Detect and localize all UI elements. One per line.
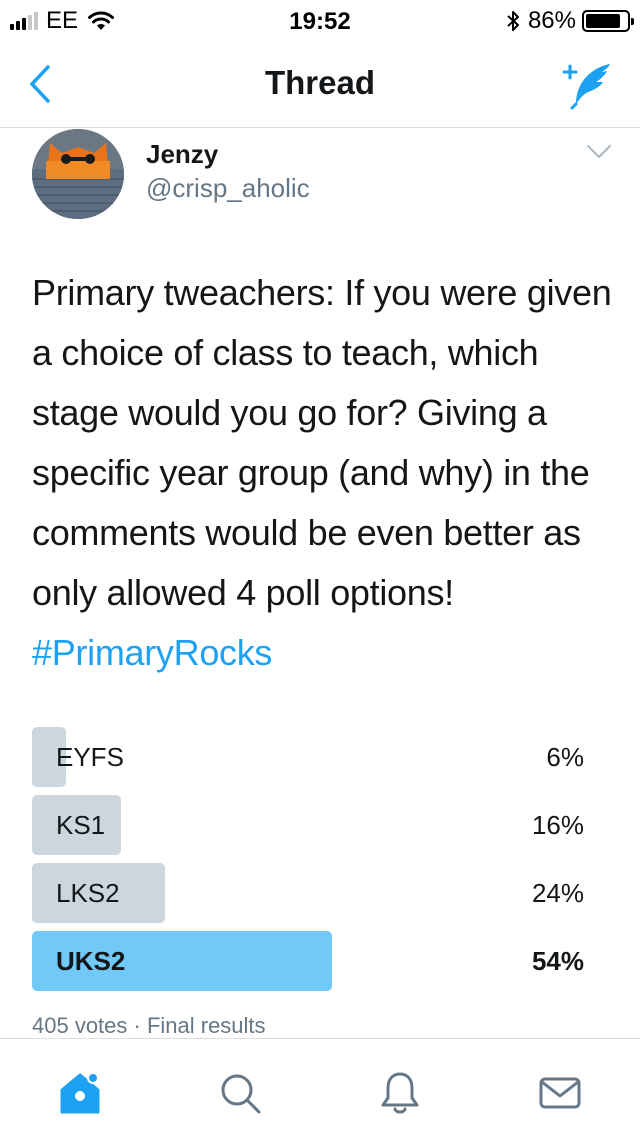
tab-bar xyxy=(0,1038,640,1136)
status-right: 86% xyxy=(506,7,634,34)
poll-option-percent: 54% xyxy=(531,946,584,976)
messages-icon xyxy=(539,1077,581,1109)
battery-percent: 86% xyxy=(527,7,576,34)
tweet-text: Primary tweachers: If you were given a c… xyxy=(32,263,622,683)
notifications-icon xyxy=(381,1072,419,1114)
compose-tweet-button[interactable] xyxy=(558,60,616,110)
tweet-menu-button[interactable] xyxy=(586,143,612,161)
poll-option-percent: 6% xyxy=(546,742,584,772)
compose-tweet-icon xyxy=(562,64,610,110)
tab-home[interactable] xyxy=(54,1067,106,1119)
nav-bar: Thread xyxy=(0,40,640,128)
poll-option-percent: 16% xyxy=(531,810,584,840)
page-title: Thread xyxy=(264,64,376,101)
poll-option-label: EYFS xyxy=(56,742,124,772)
poll-option-percent: 24% xyxy=(531,878,584,908)
tab-notifications[interactable] xyxy=(374,1067,426,1119)
tab-messages[interactable] xyxy=(534,1067,586,1119)
chevron-down-icon xyxy=(587,145,611,158)
poll-results-meta: 405 votes · Final results xyxy=(32,1013,266,1038)
user-handle[interactable]: @crisp_aholic xyxy=(146,173,310,204)
poll-option: KS1 16% xyxy=(32,795,588,855)
user-display-name[interactable]: Jenzy xyxy=(146,139,218,170)
poll: EYFS 6% KS1 16% LKS2 24% UKS2 54% xyxy=(32,727,588,999)
hashtag-link[interactable]: #PrimaryRocks xyxy=(32,632,272,673)
avatar-image xyxy=(32,129,124,219)
tab-search[interactable] xyxy=(214,1067,266,1119)
tweet-body: Primary tweachers: If you were given a c… xyxy=(32,272,612,613)
poll-option-winner: UKS2 54% xyxy=(32,931,588,991)
status-bar: EE 19:52 86% xyxy=(0,0,640,40)
search-icon xyxy=(221,1074,261,1114)
poll-option: EYFS 6% xyxy=(32,727,588,787)
avatar[interactable] xyxy=(32,129,124,219)
poll-option-label: LKS2 xyxy=(56,878,120,908)
poll-option: LKS2 24% xyxy=(32,863,588,923)
bluetooth-icon xyxy=(507,11,519,31)
poll-option-label: UKS2 xyxy=(56,946,126,976)
battery-fill xyxy=(586,14,621,28)
battery-icon xyxy=(582,10,634,32)
poll-option-label: KS1 xyxy=(56,810,106,840)
home-icon xyxy=(60,1072,100,1114)
